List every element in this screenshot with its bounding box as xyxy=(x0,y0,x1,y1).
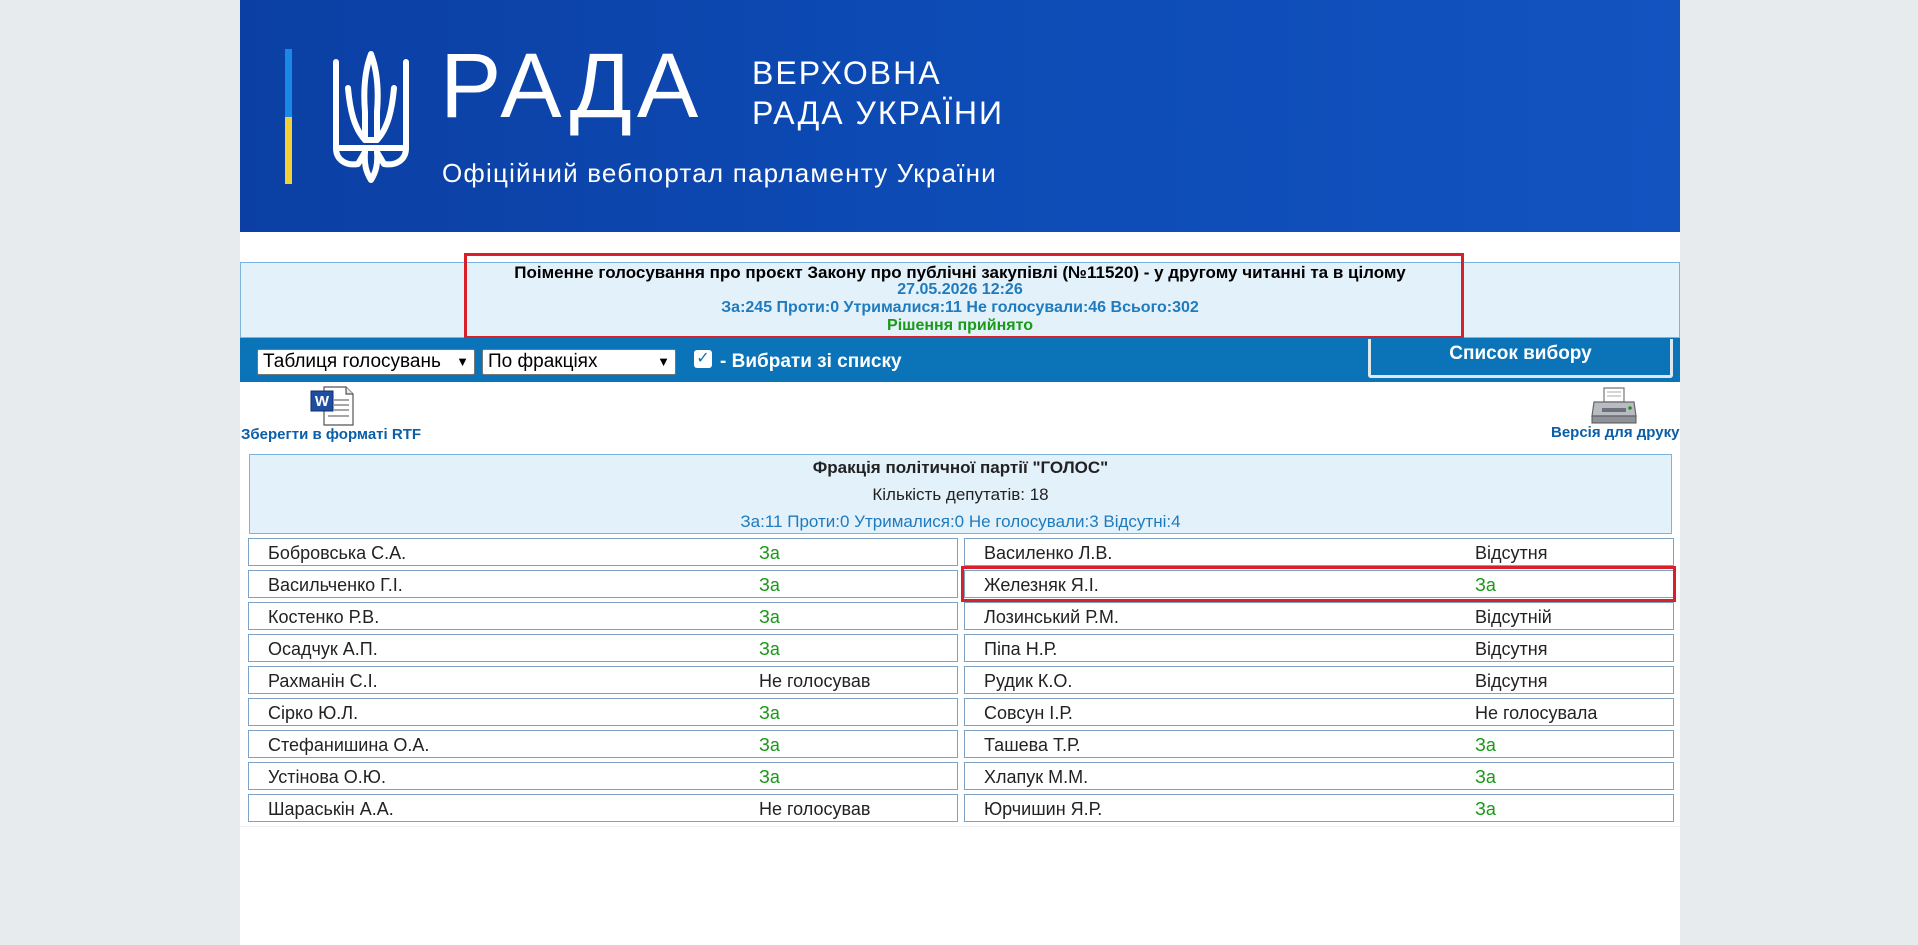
deputy-vote: За xyxy=(759,575,780,595)
grouping-select[interactable]: По фракціях ▼ xyxy=(482,349,676,375)
deputy-name: Совсун І.Р. xyxy=(984,703,1073,723)
view-type-select-value: Таблиця голосувань xyxy=(263,351,441,372)
deputy-name: Юрчишин Я.Р. xyxy=(984,799,1103,819)
deputy-vote: За xyxy=(1475,799,1496,819)
divider xyxy=(240,826,1680,827)
grouping-select-value: По фракціях xyxy=(488,351,598,372)
printer-icon[interactable] xyxy=(1590,386,1638,426)
control-bar: Таблиця голосувань ▼ По фракціях ▼ ✓ - В… xyxy=(240,338,1680,382)
deputy-row: Осадчук А.П. За xyxy=(248,634,958,662)
deputy-row: Лозинський Р.М. Відсутній xyxy=(964,602,1674,630)
deputy-row: Василенко Л.В. Відсутня xyxy=(964,538,1674,566)
deputy-vote: Не голосував xyxy=(759,671,871,691)
deputy-name: Рудик К.О. xyxy=(984,671,1073,691)
trident-emblem-icon xyxy=(333,51,409,183)
deputy-name: Лозинський Р.М. xyxy=(984,607,1119,627)
deputy-row: Совсун І.Р. Не голосувала xyxy=(964,698,1674,726)
deputy-vote: За xyxy=(759,639,780,659)
site-header-banner[interactable]: РАДА ВЕРХОВНА РАДА УКРАЇНИ Офіційний веб… xyxy=(240,0,1680,232)
deputy-name: Василенко Л.В. xyxy=(984,543,1113,563)
deputy-row: Шараськін А.А. Не голосував xyxy=(248,794,958,822)
deputy-name: Піпа Н.Р. xyxy=(984,639,1058,659)
deputy-vote: За xyxy=(759,607,780,627)
faction-deputy-count: Кількість депутатів: 18 xyxy=(872,485,1049,504)
deputy-name: Хлапук М.М. xyxy=(984,767,1089,787)
svg-text:W: W xyxy=(315,393,330,410)
deputy-vote: За xyxy=(759,703,780,723)
word-document-icon[interactable]: W xyxy=(310,386,354,426)
deputy-vote: За xyxy=(759,735,780,755)
deputy-vote: За xyxy=(759,543,780,563)
deputy-vote: За xyxy=(1475,767,1496,787)
highlight-box-deputy-row xyxy=(961,566,1676,602)
deputy-row: Костенко Р.В. За xyxy=(248,602,958,630)
deputy-name: Бобровська С.А. xyxy=(268,543,407,563)
deputy-row: Васильченко Г.І. За xyxy=(248,570,958,598)
deputy-vote: Не голосувала xyxy=(1475,703,1598,723)
deputy-row: Сірко Ю.Л. За xyxy=(248,698,958,726)
deputy-row: Стефанишина О.А. За xyxy=(248,730,958,758)
page: РАДА ВЕРХОВНА РАДА УКРАЇНИ Офіційний веб… xyxy=(240,0,1680,945)
deputy-name: Сірко Ю.Л. xyxy=(268,703,359,723)
deputy-vote: Відсутня xyxy=(1475,639,1548,659)
faction-vote-totals: За:11 Проти:0 Утрималися:0 Не голосували… xyxy=(740,512,1181,531)
chevron-down-icon: ▼ xyxy=(657,354,670,369)
deputy-row: Юрчишин Я.Р. За xyxy=(964,794,1674,822)
deputy-vote: За xyxy=(759,767,780,787)
print-version-link[interactable]: Версія для друку xyxy=(1551,424,1679,441)
deputy-name: Васильченко Г.І. xyxy=(268,575,403,595)
deputy-name: Ташева Т.Р. xyxy=(984,735,1081,755)
logo-word: РАДА xyxy=(440,35,704,137)
save-rtf-link[interactable]: Зберегти в форматі RTF xyxy=(241,426,421,443)
deputy-row: Рудик К.О. Відсутня xyxy=(964,666,1674,694)
selection-list-button[interactable]: Список вибору xyxy=(1368,339,1673,378)
deputy-row: Бобровська С.А. За xyxy=(248,538,958,566)
select-from-list-label: - Вибрати зі списку xyxy=(720,351,902,372)
deputy-row: Рахманін С.І. Не голосував xyxy=(248,666,958,694)
deputy-vote: Відсутній xyxy=(1475,607,1552,627)
faction-panel: Фракція політичної партії "ГОЛОС" Кількі… xyxy=(249,454,1672,534)
deputy-row: Устінова О.Ю. За xyxy=(248,762,958,790)
flag-bar xyxy=(285,49,292,184)
deputy-name: Костенко Р.В. xyxy=(268,607,380,627)
chevron-down-icon: ▼ xyxy=(456,354,469,369)
site-tagline: Офіційний вебпортал парламенту України xyxy=(442,158,997,188)
deputy-name: Шараськін А.А. xyxy=(268,799,394,819)
deputy-name: Устінова О.Ю. xyxy=(268,767,386,787)
faction-name: Фракція політичної партії "ГОЛОС" xyxy=(812,458,1109,477)
highlight-box-summary xyxy=(464,253,1464,339)
deputy-vote: Відсутня xyxy=(1475,543,1548,563)
deputy-name: Осадчук А.П. xyxy=(268,639,378,659)
deputy-name: Стефанишина О.А. xyxy=(268,735,430,755)
select-from-list-checkbox[interactable]: ✓ xyxy=(694,350,712,368)
deputy-vote: Не голосував xyxy=(759,799,871,819)
deputy-row: Піпа Н.Р. Відсутня xyxy=(964,634,1674,662)
view-type-select[interactable]: Таблиця голосувань ▼ xyxy=(257,349,475,375)
deputy-vote: За xyxy=(1475,735,1496,755)
logo-line-1: ВЕРХОВНА xyxy=(752,55,942,91)
deputy-row: Хлапук М.М. За xyxy=(964,762,1674,790)
deputy-row: Ташева Т.Р. За xyxy=(964,730,1674,758)
deputy-name: Рахманін С.І. xyxy=(268,671,378,691)
logo-line-2: РАДА УКРАЇНИ xyxy=(752,95,1005,131)
deputy-vote: Відсутня xyxy=(1475,671,1548,691)
